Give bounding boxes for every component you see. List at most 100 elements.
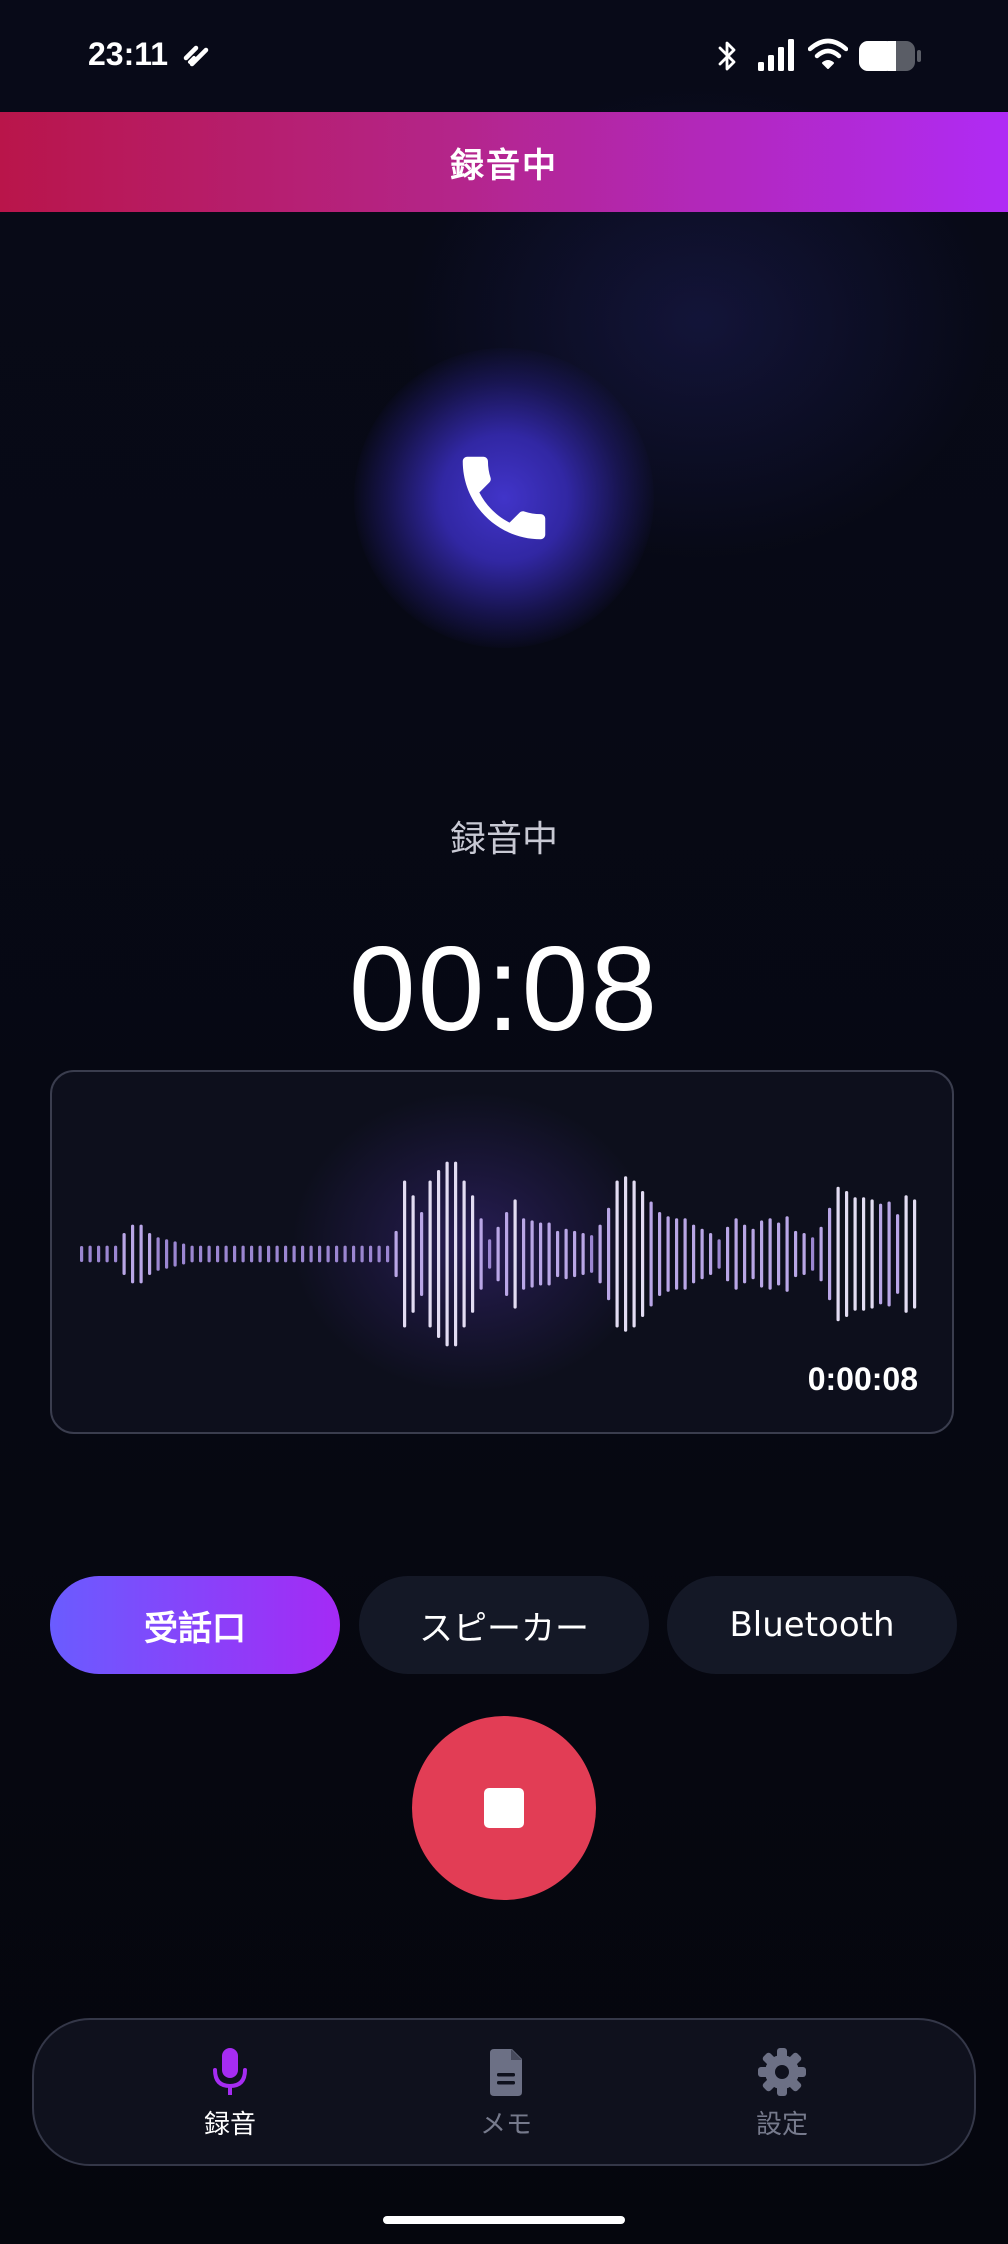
waveform-bar: [505, 1212, 509, 1296]
waveform-bar: [802, 1233, 806, 1275]
waveform-bar: [207, 1245, 211, 1263]
recording-header: 録音中: [0, 112, 1008, 212]
waveform-bar: [216, 1245, 220, 1263]
waveform-bar: [488, 1239, 492, 1269]
waveform-bar: [845, 1191, 849, 1317]
waveform-bar: [462, 1180, 466, 1328]
waveform-bar: [139, 1224, 143, 1284]
waveform-bar: [250, 1245, 254, 1263]
link-icon: [183, 45, 209, 67]
waveform-bar: [726, 1226, 730, 1282]
waveform-bar: [700, 1228, 704, 1280]
route-speaker-button[interactable]: スピーカー: [359, 1576, 649, 1674]
waveform-bar: [768, 1218, 772, 1290]
nav-memo[interactable]: メモ: [406, 2020, 606, 2164]
waveform-bar: [241, 1245, 245, 1263]
nav-record[interactable]: 録音: [130, 2020, 330, 2164]
waveform-bar: [156, 1237, 160, 1271]
waveform-bar: [386, 1245, 390, 1263]
route-earpiece-label: 受話口: [144, 1608, 246, 1649]
waveform-bar: [437, 1170, 441, 1338]
route-speaker-label: スピーカー: [419, 1608, 589, 1649]
waveform-bar: [403, 1180, 407, 1328]
waveform-bar: [828, 1207, 832, 1301]
nav-memo-label: メモ: [479, 2110, 532, 2140]
waveform-bar: [343, 1245, 347, 1263]
waveform-bar: [199, 1245, 203, 1263]
waveform-bar: [811, 1237, 815, 1271]
waveform-bar: [454, 1161, 458, 1347]
waveform-bar: [581, 1233, 585, 1275]
waveform-bar: [258, 1245, 262, 1263]
waveform-bar: [326, 1245, 330, 1263]
waveform-bar: [471, 1195, 475, 1313]
waveform-bar: [760, 1220, 764, 1288]
waveform-bar: [598, 1224, 602, 1284]
waveform-bar: [105, 1245, 109, 1263]
nav-record-label: 録音: [203, 2110, 256, 2140]
recording-screen: 23:11 録音中 録音中 00:08 0:00:08 受話口 スピーカー Bl…: [0, 0, 1008, 2244]
waveform-bar: [522, 1218, 526, 1290]
waveform-bar: [394, 1230, 398, 1278]
waveform-bar: [607, 1207, 611, 1301]
stop-recording-button[interactable]: [412, 1716, 596, 1900]
waveform-bar: [590, 1235, 594, 1273]
phone-icon: [462, 456, 546, 540]
waveform-bar: [173, 1241, 177, 1267]
waveform-bar: [666, 1216, 670, 1292]
waveform-bar: [301, 1245, 305, 1263]
waveform-bar: [131, 1224, 135, 1284]
waveform-bar: [785, 1216, 789, 1292]
waveform-bar: [335, 1245, 339, 1263]
status-time: 23:11: [88, 36, 169, 72]
waveform-bar: [420, 1212, 424, 1296]
waveform-bar: [292, 1245, 296, 1263]
waveform-bar: [148, 1233, 152, 1275]
waveform-bar: [624, 1176, 628, 1332]
waveform-bar: [122, 1233, 126, 1275]
waveform-bar: [658, 1212, 662, 1296]
waveform-bar: [632, 1180, 636, 1328]
nav-settings-label: 設定: [755, 2110, 808, 2140]
waveform-bar: [80, 1246, 84, 1262]
recording-status: 録音中: [449, 819, 558, 860]
waveform-bar: [224, 1245, 228, 1263]
status-bar: 23:11: [0, 0, 1008, 112]
signal-icon: [758, 39, 794, 71]
waveform-panel: 0:00:08: [50, 1070, 954, 1434]
elapsed-timer: 00:08: [348, 922, 660, 1056]
waveform-bar: [360, 1245, 364, 1263]
waveform-bar: [233, 1245, 237, 1263]
route-bluetooth-button[interactable]: Bluetooth: [667, 1576, 957, 1674]
waveform-bar: [275, 1245, 279, 1263]
battery-icon: [859, 41, 921, 71]
waveform-bar: [862, 1197, 866, 1311]
waveform-bar: [734, 1218, 738, 1290]
call-orb: [354, 348, 654, 648]
waveform-bar: [114, 1245, 118, 1263]
waveform-bar: [352, 1245, 356, 1263]
bluetooth-icon: [718, 41, 736, 71]
waveform-bar: [870, 1199, 874, 1309]
nav-settings[interactable]: 設定: [682, 2020, 882, 2164]
waveform-bar: [819, 1226, 823, 1282]
waveform-bar: [428, 1180, 432, 1328]
waveform-bar: [88, 1245, 92, 1263]
waveform-bar: [717, 1239, 721, 1269]
waveform-bar: [513, 1199, 517, 1309]
waveform-bar: [267, 1245, 271, 1263]
waveform-bar: [641, 1191, 645, 1317]
waveform-bar: [547, 1222, 551, 1286]
route-earpiece-button[interactable]: 受話口: [50, 1576, 340, 1674]
waveform-bar: [709, 1233, 713, 1275]
waveform-bar: [190, 1245, 194, 1263]
waveform-bar: [411, 1195, 415, 1313]
waveform-bar: [615, 1180, 619, 1328]
waveform-time: 0:00:08: [807, 1361, 918, 1397]
waveform-bar: [284, 1245, 288, 1263]
waveform-bar: [675, 1218, 679, 1290]
waveform-bar: [794, 1230, 798, 1278]
waveform-bar: [309, 1245, 313, 1263]
waveform-bar: [573, 1230, 577, 1278]
waveform-bar: [904, 1195, 908, 1313]
